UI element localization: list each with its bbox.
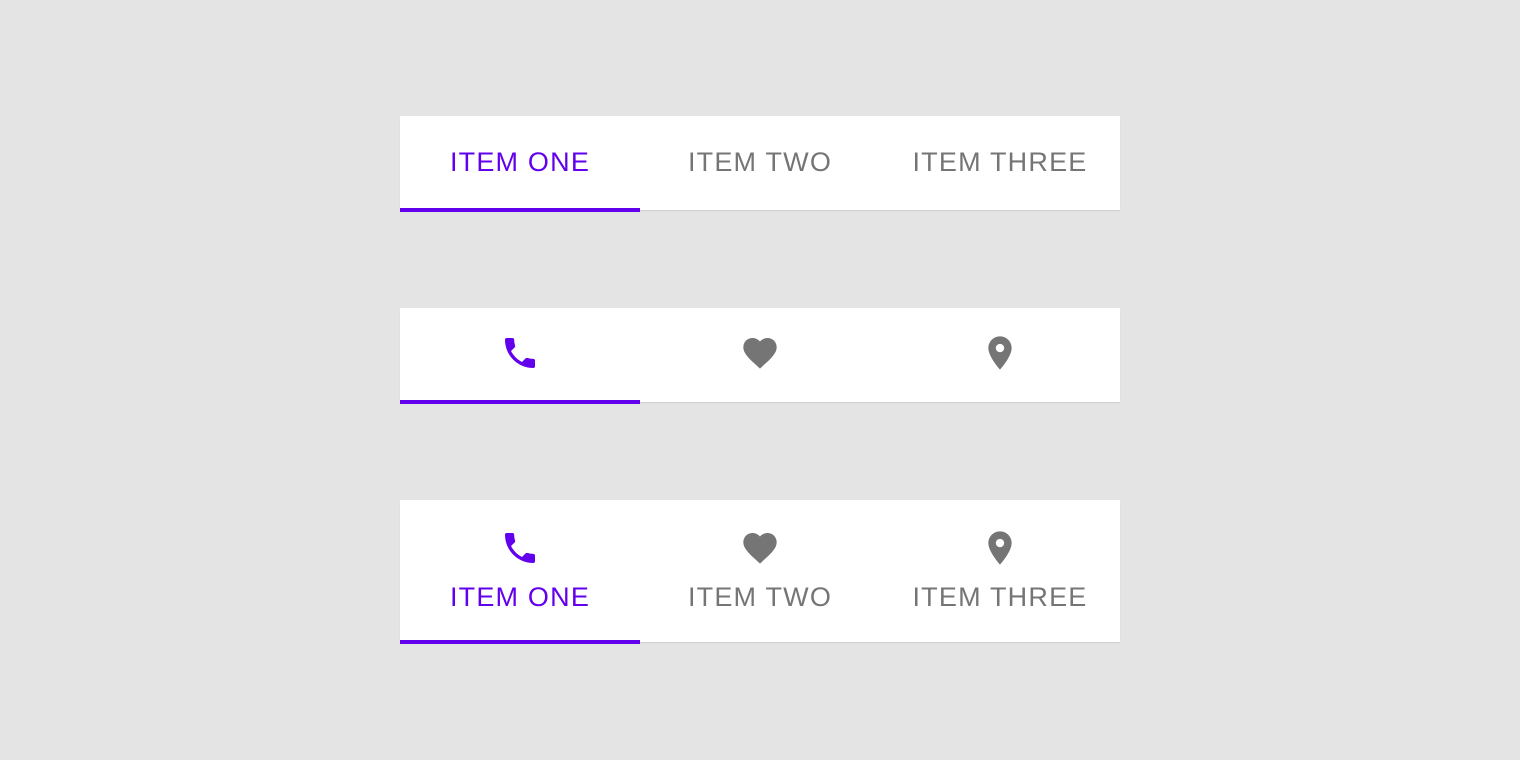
phone-icon — [500, 528, 540, 568]
icon-text-tab-bar: ITEM ONE ITEM TWO ITEM THREE — [400, 500, 1120, 644]
tabs-showcase: ITEM ONE ITEM TWO ITEM THREE ITEM ONE IT… — [0, 0, 1520, 760]
tab-label: ITEM ONE — [449, 582, 591, 612]
phone-icon — [500, 333, 540, 373]
text-tab-item-two[interactable]: ITEM TWO — [640, 116, 880, 210]
tab-indicator — [880, 400, 1120, 404]
icon-text-tab-item-one[interactable]: ITEM ONE — [400, 500, 640, 644]
active-tab-indicator — [400, 208, 640, 212]
tab-label: ITEM TWO — [687, 146, 833, 177]
heart-icon — [740, 528, 780, 568]
active-tab-indicator — [400, 400, 640, 404]
location-pin-icon — [980, 528, 1020, 568]
icon-tab-location[interactable] — [880, 308, 1120, 402]
icon-tab-bar — [400, 308, 1120, 404]
icon-text-tab-item-two[interactable]: ITEM TWO — [640, 500, 880, 642]
tab-label: ITEM THREE — [912, 146, 1088, 177]
icon-text-tab-item-three[interactable]: ITEM THREE — [880, 500, 1120, 642]
tab-indicator — [640, 640, 880, 644]
tab-indicator — [880, 208, 1120, 212]
text-tab-bar: ITEM ONE ITEM TWO ITEM THREE — [400, 116, 1120, 212]
icon-tab-phone[interactable] — [400, 308, 640, 404]
location-pin-icon — [980, 333, 1020, 373]
active-tab-indicator — [400, 640, 640, 644]
tab-label: ITEM THREE — [912, 582, 1088, 612]
tab-indicator — [640, 400, 880, 404]
icon-tab-heart[interactable] — [640, 308, 880, 402]
tab-indicator — [880, 640, 1120, 644]
tab-label: ITEM TWO — [687, 582, 833, 612]
text-tab-item-one[interactable]: ITEM ONE — [400, 116, 640, 212]
text-tab-item-three[interactable]: ITEM THREE — [880, 116, 1120, 210]
tab-indicator — [640, 208, 880, 212]
tab-label: ITEM ONE — [449, 146, 591, 177]
heart-icon — [740, 333, 780, 373]
